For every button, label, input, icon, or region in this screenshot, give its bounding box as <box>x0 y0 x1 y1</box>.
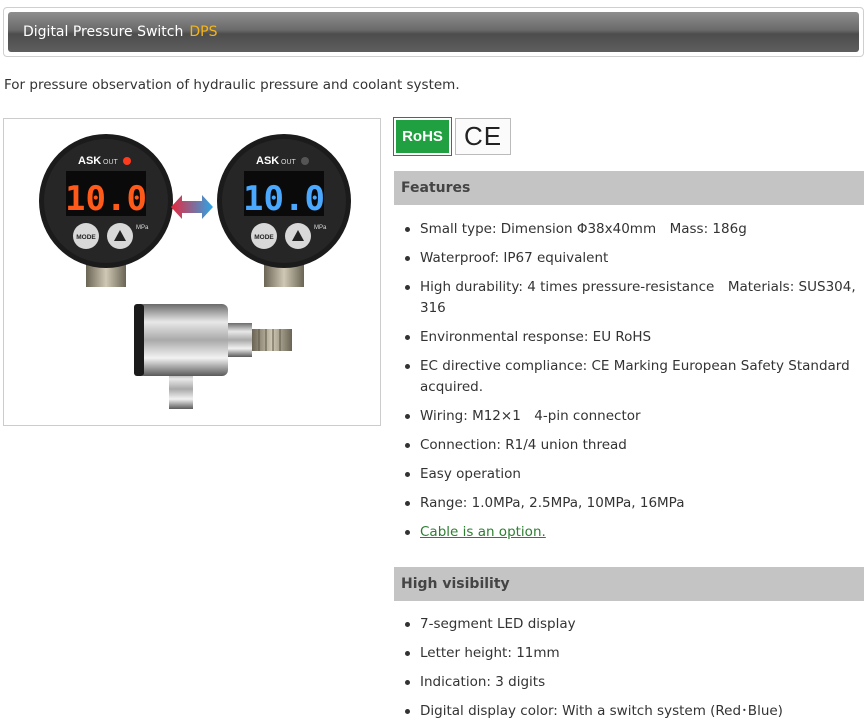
page-title-bar: Digital Pressure Switch DPS <box>8 12 859 52</box>
list-item: Indication: 3 digits <box>394 672 864 693</box>
page-title: Digital Pressure Switch <box>23 24 184 40</box>
switch-arrow-icon <box>171 195 213 219</box>
list-item: High durability: 4 times pressure-resist… <box>394 277 864 319</box>
gauge-red-out-label: OUT <box>103 159 119 166</box>
gauge-red: ASK OUT 10.0 MODE MPa <box>39 134 173 287</box>
list-item: Wiring: M12×1 4-pin connector <box>394 406 864 427</box>
visibility-list: 7-segment LED display Letter height: 11m… <box>394 614 864 726</box>
gauge-blue: ASK OUT 10.0 MODE MPa <box>217 134 351 287</box>
list-item: Easy operation <box>394 464 864 485</box>
ce-mark: CE <box>455 118 511 155</box>
certification-badges: RoHS CE <box>393 117 511 156</box>
gauge-red-brand: ASK <box>78 155 101 167</box>
sensor-side-view <box>134 304 292 409</box>
list-item: Digital display color: With a switch sys… <box>394 701 864 722</box>
gauge-blue-display: 10.0 <box>243 179 325 219</box>
title-frame: Digital Pressure Switch DPS <box>3 7 864 57</box>
gauge-red-display: 10.0 <box>65 179 147 219</box>
gauge-red-mode-label: MODE <box>76 234 96 241</box>
list-item: Small type: Dimension Φ38x40mm Mass: 186… <box>394 219 864 240</box>
gauge-red-unit-label: MPa <box>136 225 149 231</box>
features-list: Small type: Dimension Φ38x40mm Mass: 186… <box>394 219 864 551</box>
intro-text: For pressure observation of hydraulic pr… <box>4 77 460 93</box>
rohs-badge: RoHS <box>393 117 452 156</box>
features-heading: Features <box>394 171 864 205</box>
visibility-heading: High visibility <box>394 567 864 601</box>
list-item: Waterproof: IP67 equivalent <box>394 248 864 269</box>
product-photo-illustration: ASK OUT 10.0 MODE MPa ASK OUT 10.0 MODE <box>39 134 351 409</box>
gauge-blue-out-label: OUT <box>281 159 297 166</box>
gauge-blue-brand: ASK <box>256 155 279 167</box>
product-photo: ASK OUT 10.0 MODE MPa ASK OUT 10.0 MODE <box>3 118 381 426</box>
list-item: Environmental response: EU RoHS <box>394 327 864 348</box>
list-item: EC directive compliance: CE Marking Euro… <box>394 356 864 398</box>
cable-option-link[interactable]: Cable is an option. <box>420 524 546 540</box>
list-item: 7-segment LED display <box>394 614 864 635</box>
list-item: Cable is an option. <box>394 522 864 543</box>
list-item: Letter height: 11mm <box>394 643 864 664</box>
list-item: Connection: R1/4 union thread <box>394 435 864 456</box>
gauge-blue-mode-label: MODE <box>254 234 274 241</box>
list-item: Range: 1.0MPa, 2.5MPa, 10MPa, 16MPa <box>394 493 864 514</box>
gauge-blue-unit-label: MPa <box>314 225 327 231</box>
page-title-accent: DPS <box>189 24 218 40</box>
